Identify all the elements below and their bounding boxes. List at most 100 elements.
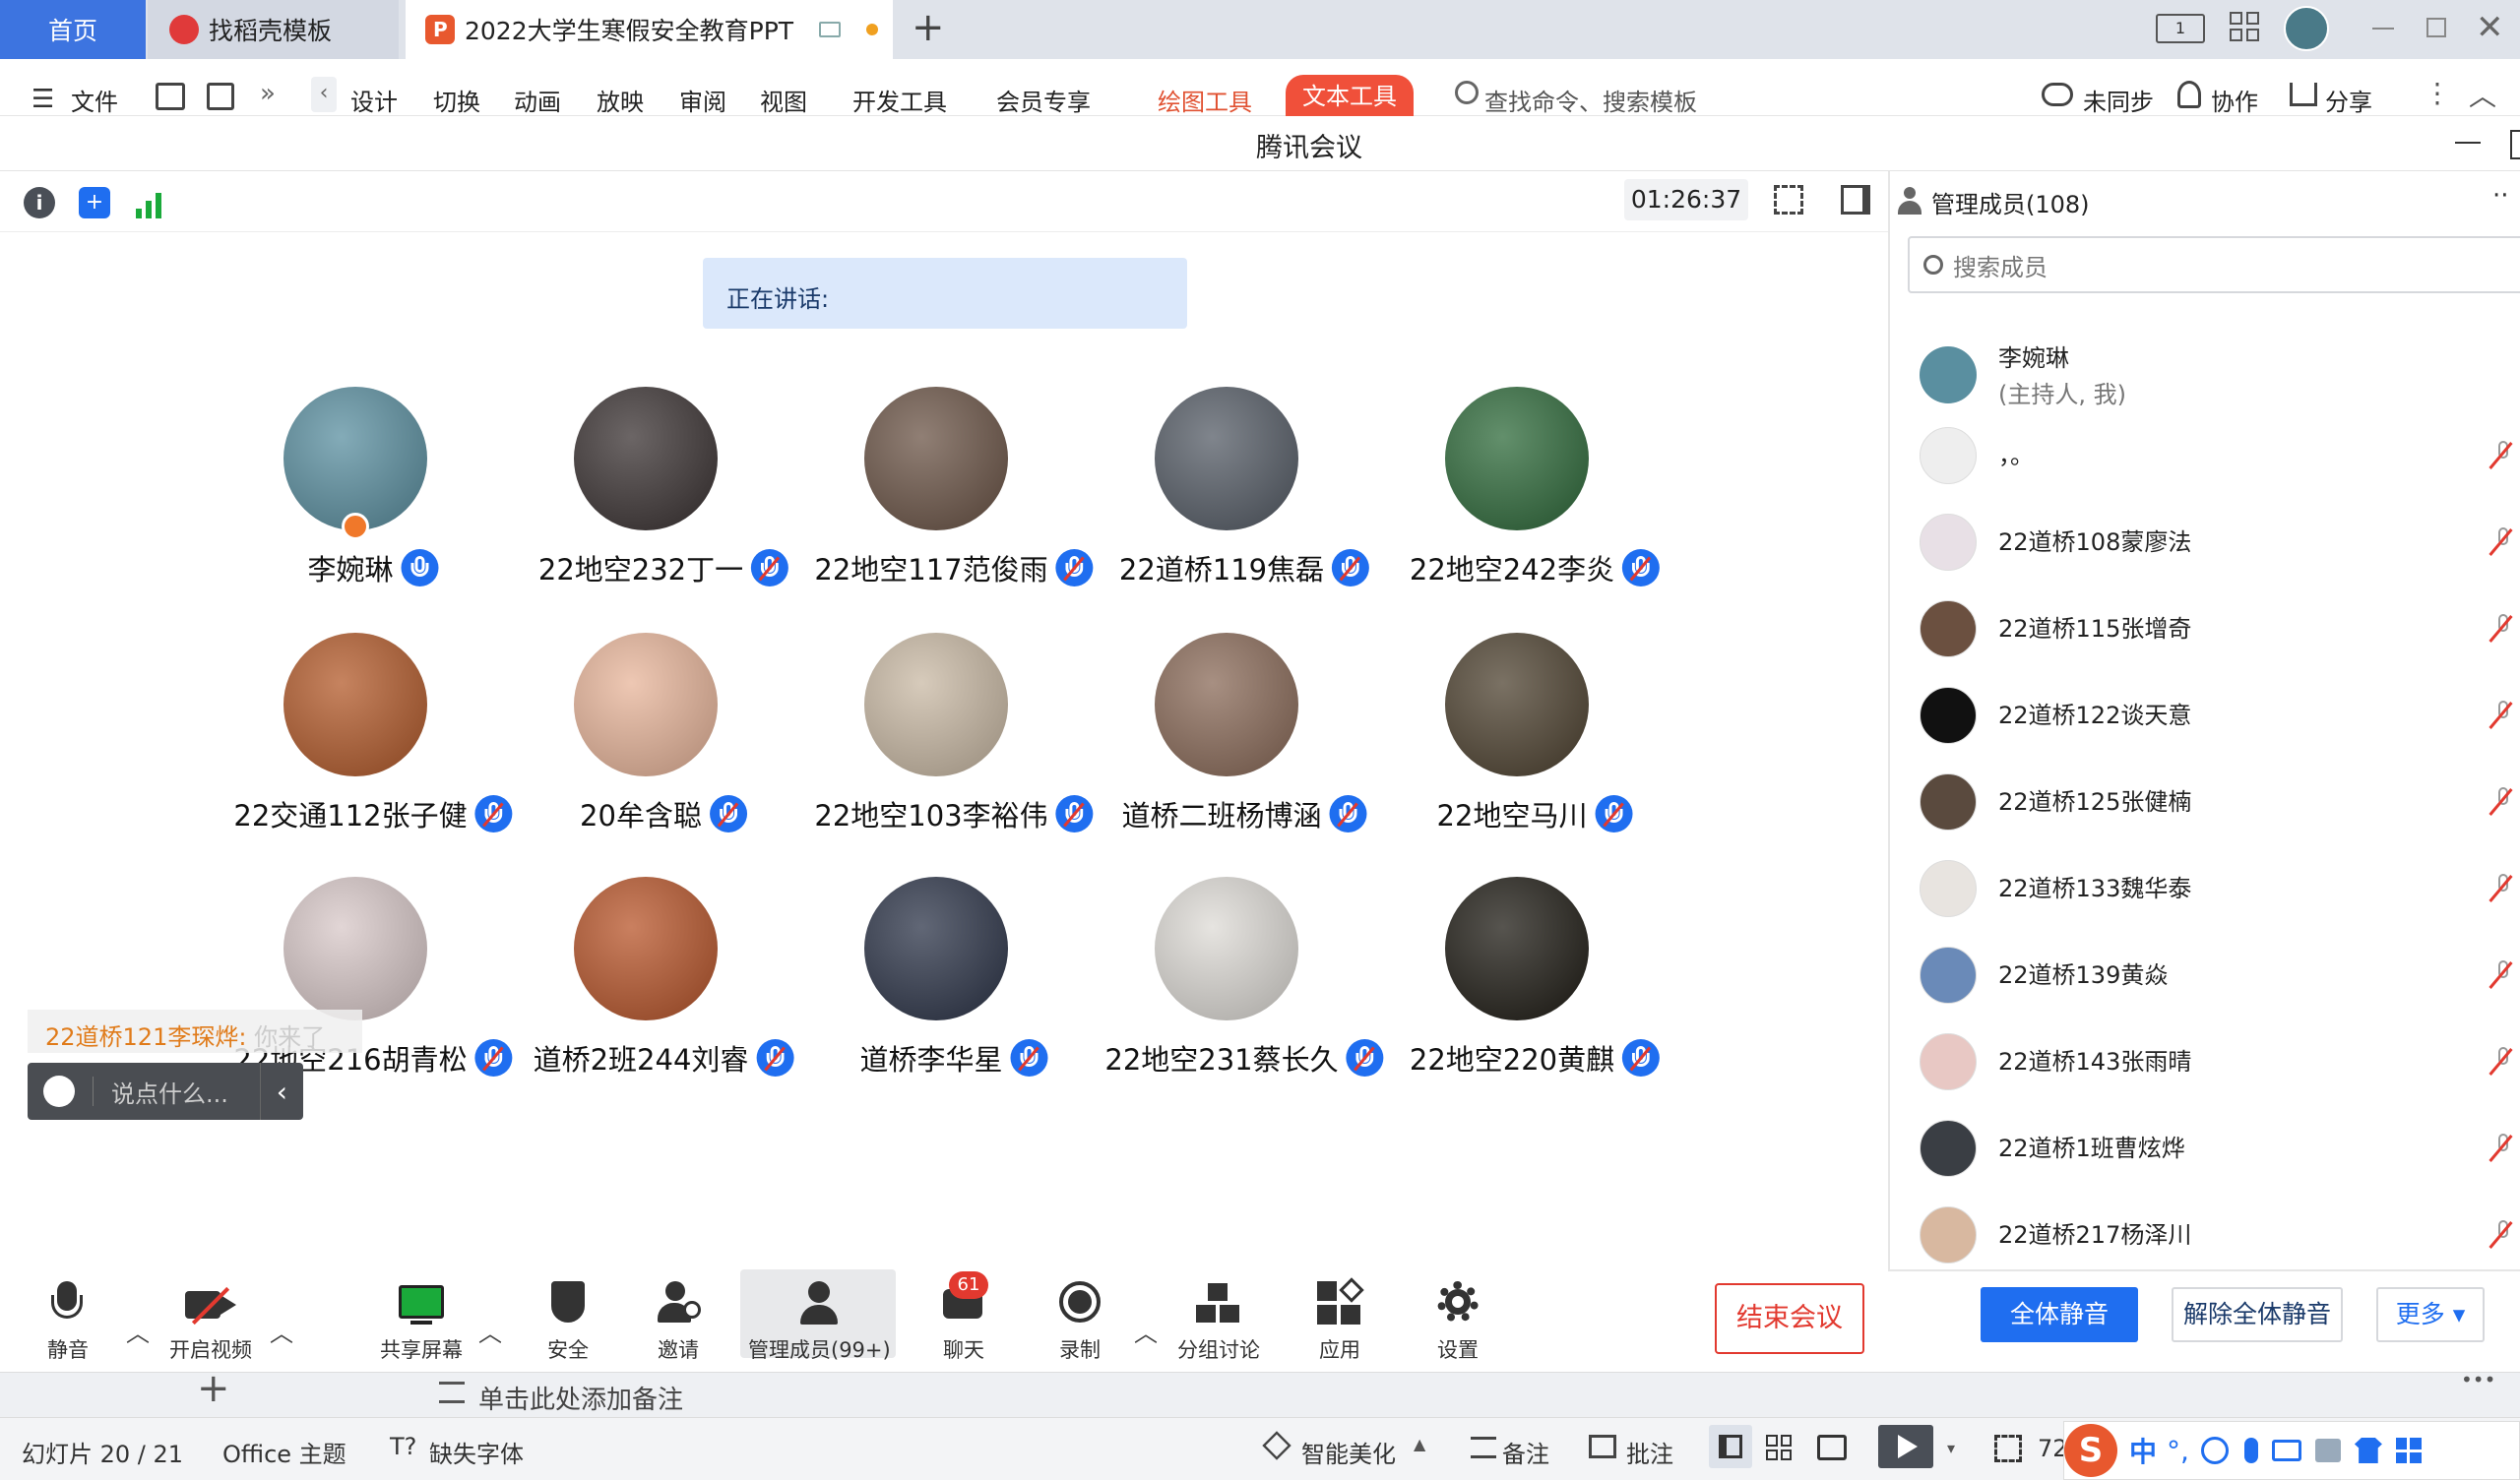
participant-avatar[interactable]	[864, 877, 1008, 1020]
member-host-row[interactable]: 李婉琳 (主持人, 我)	[1920, 331, 2510, 419]
comments-button[interactable]: 批注	[1626, 1435, 1673, 1469]
member-row[interactable]: 22道桥217杨泽川	[1920, 1196, 2513, 1274]
member-search-input[interactable]: 搜索成员	[1953, 248, 2048, 282]
member-mic-muted-icon[interactable]	[2487, 785, 2513, 819]
participant-avatar[interactable]	[1445, 633, 1589, 776]
beautify-chevron-icon[interactable]: ▲	[1414, 1435, 1425, 1453]
ime-punct-icon[interactable]: °,	[2167, 1435, 2189, 1467]
member-row[interactable]: 22道桥108蒙廖法	[1920, 503, 2513, 582]
meeting-maximize-icon[interactable]	[2510, 130, 2520, 159]
collapse-ribbon-icon[interactable]: ︿	[2469, 75, 2496, 114]
member-row[interactable]: 22道桥133魏华泰	[1920, 849, 2513, 928]
breakout-button[interactable]: 分组讨论	[1177, 1279, 1260, 1364]
record-button[interactable]: 录制	[1055, 1279, 1104, 1364]
minimize-icon[interactable]	[2372, 28, 2394, 30]
tab-home[interactable]: 首页	[0, 0, 146, 59]
collab-user-icon[interactable]	[2177, 81, 2201, 108]
mute-button[interactable]: 静音	[43, 1279, 93, 1364]
participant-avatar[interactable]	[1155, 877, 1298, 1020]
participant-avatar[interactable]	[1445, 387, 1589, 530]
menu-item[interactable]: 动画	[514, 83, 561, 117]
participant-avatar[interactable]	[1155, 387, 1298, 530]
collapse-chat-icon[interactable]: ‹	[261, 1076, 303, 1108]
member-mic-muted-icon[interactable]	[2487, 872, 2513, 905]
restore-icon[interactable]	[2426, 18, 2446, 37]
meeting-minimize-icon[interactable]	[2455, 142, 2481, 144]
participant-avatar[interactable]	[284, 387, 427, 530]
member-row[interactable]: 22道桥115张增奇	[1920, 589, 2513, 668]
notes-area[interactable]	[0, 1372, 2520, 1417]
share-screen-button[interactable]: 共享屏幕	[380, 1279, 463, 1364]
participant-avatar[interactable]	[864, 387, 1008, 530]
participant-avatar[interactable]	[574, 877, 718, 1020]
smart-beautify-button[interactable]: 智能美化	[1301, 1435, 1396, 1469]
menu-draw-tool[interactable]: 绘图工具	[1158, 83, 1252, 117]
member-mic-muted-icon[interactable]	[2487, 1045, 2513, 1079]
ime-keyboard-icon[interactable]	[2271, 1440, 2301, 1461]
info-icon[interactable]: i	[24, 187, 55, 218]
share-button[interactable]: 分享	[2325, 83, 2372, 117]
tab-ppt-document[interactable]: P 2022大学生寒假安全教育PPT	[406, 0, 893, 59]
menu-item[interactable]: 设计	[350, 83, 398, 117]
end-meeting-button[interactable]: 结束会议	[1715, 1283, 1864, 1354]
notes-more-icon[interactable]: •••	[2461, 1368, 2495, 1391]
apps-grid-icon[interactable]	[2230, 12, 2259, 41]
user-avatar[interactable]	[2284, 6, 2329, 51]
sync-status[interactable]: 未同步	[2083, 83, 2154, 117]
notes-toggle-button[interactable]: 备注	[1502, 1435, 1549, 1469]
member-mic-muted-icon[interactable]	[2487, 612, 2513, 646]
export-icon[interactable]	[207, 83, 234, 110]
settings-button[interactable]: 设置	[1433, 1279, 1482, 1364]
more-options-button[interactable]: 更多 ▾	[2376, 1287, 2485, 1342]
participant-avatar[interactable]	[1155, 633, 1298, 776]
normal-view-button[interactable]	[1709, 1425, 1752, 1468]
slide-sorter-icon[interactable]	[1766, 1435, 1792, 1460]
more-chevron-icon[interactable]: »	[260, 79, 276, 108]
member-mic-muted-icon[interactable]	[2487, 958, 2513, 992]
layout-1-icon[interactable]: 1	[2156, 14, 2205, 43]
member-row[interactable]: 22道桥143张雨晴	[1920, 1022, 2513, 1101]
ime-menu-icon[interactable]	[2395, 1438, 2422, 1463]
sogou-logo-icon[interactable]: S	[2064, 1424, 2117, 1477]
member-row[interactable]: 22道桥1班曹炫烨	[1920, 1109, 2513, 1188]
network-signal-icon[interactable]	[132, 187, 165, 218]
participant-avatar[interactable]	[864, 633, 1008, 776]
fit-window-icon[interactable]	[1994, 1435, 2022, 1462]
menu-item[interactable]: 视图	[760, 83, 807, 117]
participant-avatar[interactable]	[574, 633, 718, 776]
slideshow-chevron-icon[interactable]: ▾	[1947, 1439, 1955, 1457]
security-shield-icon[interactable]: +	[79, 187, 110, 218]
participant-avatar[interactable]	[1445, 877, 1589, 1020]
member-mic-muted-icon[interactable]	[2487, 1132, 2513, 1165]
ime-emoji-icon[interactable]	[2200, 1437, 2229, 1464]
theme-name[interactable]: Office 主题	[222, 1435, 346, 1469]
play-slideshow-button[interactable]	[1878, 1425, 1933, 1468]
save-icon[interactable]	[156, 83, 185, 110]
new-tab-plus-icon[interactable]: +	[912, 8, 945, 47]
fullscreen-icon[interactable]	[1774, 185, 1803, 215]
menu-item[interactable]: 放映	[597, 83, 644, 117]
menu-item[interactable]: 审阅	[679, 83, 726, 117]
mute-all-button[interactable]: 全体静音	[1981, 1287, 2138, 1342]
member-row[interactable]: 22道桥125张健楠	[1920, 763, 2513, 841]
menu-item[interactable]: 会员专享	[996, 83, 1091, 117]
tab-docer[interactable]: 找稻壳模板	[148, 0, 399, 59]
apps-button[interactable]: 应用	[1315, 1277, 1364, 1364]
command-search[interactable]: 查找命令、搜索模板	[1484, 83, 1697, 117]
manage-members-button[interactable]: 管理成员(99+)	[748, 1279, 891, 1364]
share-options-chevron[interactable]: ︿	[478, 1314, 502, 1348]
member-mic-muted-icon[interactable]	[2487, 439, 2513, 472]
hamburger-icon[interactable]: ☰	[32, 85, 54, 114]
unmute-all-button[interactable]: 解除全体静音	[2172, 1287, 2343, 1342]
chat-input-bar[interactable]: 说点什么... ‹	[28, 1063, 303, 1120]
share-icon[interactable]	[2290, 83, 2317, 106]
collab-button[interactable]: 协作	[2211, 83, 2258, 117]
member-row[interactable]: ，。	[1920, 416, 2513, 495]
ime-chinese-mode[interactable]: 中	[2129, 1431, 2157, 1470]
missing-font-button[interactable]: 缺失字体	[429, 1435, 524, 1469]
menu-file[interactable]: 文件	[71, 83, 118, 117]
member-row[interactable]: 22道桥122谈天意	[1920, 676, 2513, 755]
sidebar-toggle-icon[interactable]	[1841, 185, 1870, 215]
member-search-box[interactable]: 搜索成员	[1908, 236, 2520, 293]
notes-placeholder[interactable]: 单击此处添加备注	[478, 1380, 683, 1416]
